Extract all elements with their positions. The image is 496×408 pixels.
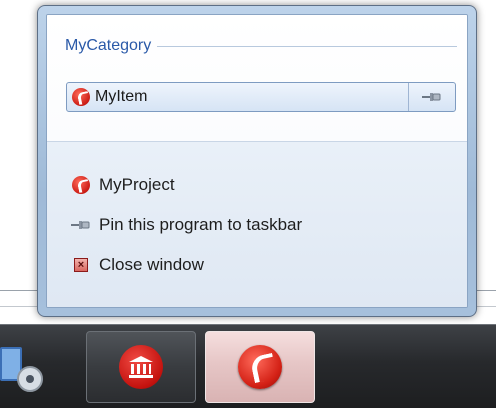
jump-list-window: MyCategory MyItem MyProject Pin this pro… xyxy=(37,5,477,317)
taskbar-button-myproject[interactable] xyxy=(205,331,315,403)
jump-list-category-section: MyCategory MyItem xyxy=(47,15,467,141)
task-close-window[interactable]: × Close window xyxy=(69,252,204,278)
item-label: MyItem xyxy=(95,88,148,105)
task-label: Pin this program to taskbar xyxy=(99,215,303,234)
media-player-icon[interactable] xyxy=(0,341,46,395)
task-label: Close window xyxy=(99,255,204,274)
taskbar xyxy=(0,324,496,408)
pin-icon xyxy=(422,93,441,101)
close-icon: × xyxy=(74,258,88,272)
category-title: MyCategory xyxy=(65,37,152,54)
app-icon xyxy=(72,88,90,106)
taskbar-button-bank-app[interactable] xyxy=(86,331,196,403)
pin-icon xyxy=(71,221,90,229)
app-icon xyxy=(72,176,90,194)
task-pin-to-taskbar[interactable]: Pin this program to taskbar xyxy=(69,212,302,238)
app-icon xyxy=(238,345,282,389)
task-label: MyProject xyxy=(99,175,175,194)
jump-list-panel: MyCategory MyItem MyProject Pin this pro… xyxy=(46,14,468,308)
category-divider xyxy=(157,45,457,47)
task-myproject[interactable]: MyProject xyxy=(69,172,175,198)
jump-list-item-myitem[interactable]: MyItem xyxy=(66,82,456,112)
bank-icon xyxy=(119,345,163,389)
jump-list-tasks-section: MyProject Pin this program to taskbar × … xyxy=(47,141,467,307)
category-header: MyCategory xyxy=(65,35,457,57)
pin-item-button[interactable] xyxy=(408,83,455,111)
